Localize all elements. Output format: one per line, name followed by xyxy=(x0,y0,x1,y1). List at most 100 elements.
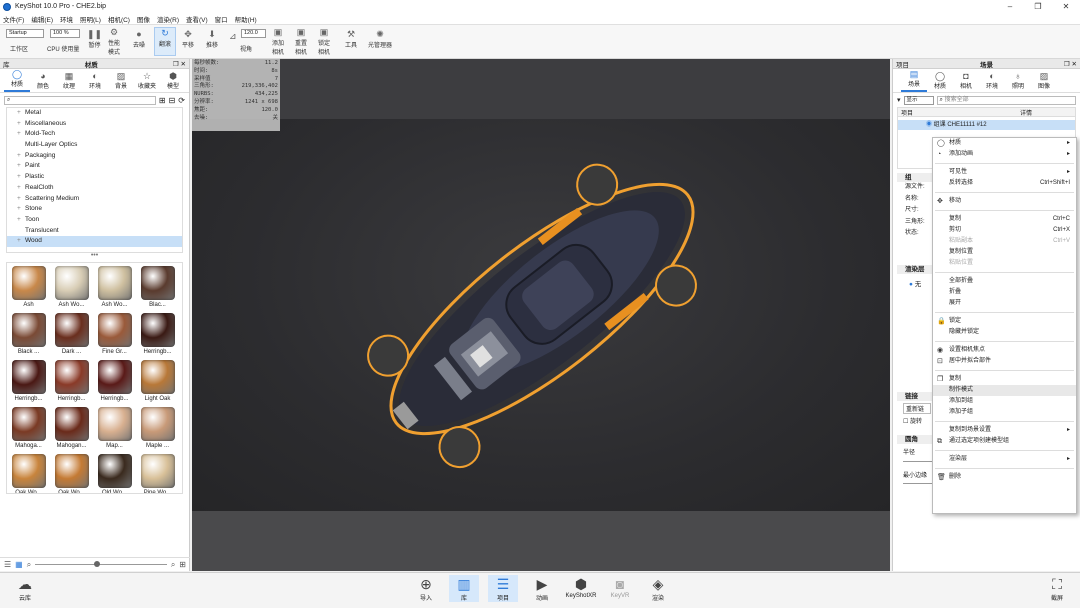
list-view-icon[interactable]: ☰ xyxy=(4,560,11,569)
library-folder-item[interactable]: + Mold-Tech xyxy=(7,129,182,140)
expand-plus-icon[interactable]: + xyxy=(17,119,21,130)
project-button[interactable]: ☰ 项目 xyxy=(488,575,518,602)
tab-scene[interactable]: ▤ 场景 xyxy=(901,69,927,92)
expand-plus-icon[interactable]: + xyxy=(17,161,21,172)
material-thumbnail[interactable]: Blac... xyxy=(136,263,179,308)
library-folder-item[interactable]: + RealCloth xyxy=(7,183,182,194)
context-menu-item[interactable]: 可见性 ▸ xyxy=(933,167,1076,178)
library-folder-item[interactable]: + Metal xyxy=(7,108,182,119)
material-thumbnail[interactable]: Old Wo... xyxy=(93,451,136,493)
pan-button[interactable]: ✥ 平移 xyxy=(182,29,194,49)
material-thumbnail[interactable]: Ash Wo... xyxy=(93,263,136,308)
context-menu-item[interactable]: ❐ 复制 xyxy=(933,374,1076,385)
expand-plus-icon[interactable]: + xyxy=(17,204,21,215)
menu-edit[interactable]: 编辑(E) xyxy=(31,14,53,24)
tab-image[interactable]: ▨ 图像 xyxy=(1031,71,1057,92)
library-folder-item[interactable]: + Toon xyxy=(7,215,182,226)
grid-view-icon[interactable]: ▦ xyxy=(15,560,23,569)
material-thumbnail[interactable]: Map... xyxy=(93,404,136,449)
menu-environment[interactable]: 环境 xyxy=(60,14,73,24)
menu-lighting[interactable]: 照明(L) xyxy=(80,14,101,24)
maximize-button[interactable]: ❐ xyxy=(1024,0,1052,13)
keyshotxr-button[interactable]: ⬢ KeyShotXR xyxy=(564,575,598,599)
menu-image[interactable]: 图像 xyxy=(137,14,150,24)
expand-plus-icon[interactable]: + xyxy=(17,183,21,194)
tools-button[interactable]: ⚒ 工具 xyxy=(345,29,357,49)
menu-file[interactable]: 文件(F) xyxy=(3,14,24,24)
zoom-out-icon[interactable]: ⌕ xyxy=(27,560,31,570)
context-menu-item[interactable]: 渲染层 ▸ xyxy=(933,454,1076,465)
performance-mode-button[interactable]: ⚙ 性能 模式 xyxy=(108,27,120,56)
scene-model-row[interactable]: ◉ 组课 CHE11111 #12 xyxy=(898,120,1075,130)
cloud-library-button[interactable]: ☁ 云库 xyxy=(10,575,40,602)
relink-button[interactable]: 重新链 xyxy=(903,403,931,414)
keyvr-button[interactable]: ◙ KeyVR xyxy=(605,575,635,599)
context-menu-item[interactable]: 复制到场景设置 ▸ xyxy=(933,425,1076,436)
min-edge-slider[interactable] xyxy=(903,483,933,484)
import-button[interactable]: ⊕ 导入 xyxy=(411,575,441,602)
expand-plus-icon[interactable]: + xyxy=(17,151,21,162)
context-menu-item[interactable]: 粘贴副本 Ctrl+V xyxy=(933,236,1076,247)
splitter-handle[interactable]: ••• xyxy=(0,252,189,260)
add-camera-button[interactable]: ▣ 添加 相机 xyxy=(272,27,284,56)
material-thumbnail[interactable]: Maple ... xyxy=(136,404,179,449)
library-folder-item[interactable]: + Wood xyxy=(7,236,182,247)
context-menu-item[interactable]: 添加到组 xyxy=(933,396,1076,407)
material-thumbnail[interactable]: Ash xyxy=(7,263,50,308)
tab-camera[interactable]: ◘ 相机 xyxy=(953,71,979,92)
context-menu-item[interactable]: 复制 Ctrl+C xyxy=(933,214,1076,225)
context-menu-item[interactable]: ✥ 移动 xyxy=(933,196,1076,207)
view-options-icon[interactable]: ⊟ xyxy=(169,96,176,105)
context-menu-item[interactable]: 反转选择 Ctrl+Shift+I xyxy=(933,178,1076,189)
library-folder-item[interactable]: + Packaging xyxy=(7,151,182,162)
material-thumbnail[interactable]: Light Oak xyxy=(136,357,179,402)
library-folder-item[interactable]: + Stone xyxy=(7,204,182,215)
context-menu-item[interactable]: ⊡ 居中并拟合部件 xyxy=(933,356,1076,367)
reset-camera-button[interactable]: ▣ 重置 相机 xyxy=(295,27,307,56)
material-thumbnail[interactable]: Mahogan... xyxy=(50,404,93,449)
context-menu-item[interactable]: 🗑 删除 xyxy=(933,472,1076,483)
context-menu-item[interactable]: ◯ 材质 ▸ xyxy=(933,138,1076,149)
tab-colors[interactable]: ◕ 颜色 xyxy=(30,71,56,92)
context-menu-item[interactable]: 添加子组 xyxy=(933,407,1076,418)
menu-view[interactable]: 查看(V) xyxy=(186,14,208,24)
dolly-button[interactable]: ⬇ 推移 xyxy=(206,29,218,49)
library-folder-item[interactable]: + Paint xyxy=(7,161,182,172)
scene-filter-select[interactable]: 显示 xyxy=(903,95,934,105)
menu-render[interactable]: 渲染(R) xyxy=(157,14,179,24)
visibility-icon[interactable]: ◉ xyxy=(926,122,934,128)
context-menu-item[interactable]: 隐藏并锁定 xyxy=(933,327,1076,338)
close-button[interactable]: ✕ xyxy=(1052,0,1080,13)
zoom-in-icon[interactable]: ⌕ xyxy=(171,560,175,570)
material-thumbnail[interactable]: Ash Wo... xyxy=(50,263,93,308)
thumbnail-size-slider[interactable] xyxy=(35,561,167,567)
library-folder-item[interactable]: Multi-Layer Optics xyxy=(7,140,182,151)
library-search-input[interactable]: ⌕ xyxy=(4,95,156,105)
context-menu-item[interactable]: ◉ 设置相机焦点 xyxy=(933,345,1076,356)
material-thumbnail[interactable]: Oak Wo... xyxy=(50,451,93,493)
context-menu-item[interactable]: ⧉ 通过选定项创建模型组 xyxy=(933,436,1076,447)
context-menu-item[interactable]: 折叠 xyxy=(933,287,1076,298)
cpu-usage-select[interactable]: 100 % xyxy=(50,29,80,38)
tab-environments[interactable]: ◐ 环境 xyxy=(82,71,108,92)
workspace-select[interactable]: Startup xyxy=(6,29,44,38)
tab-material[interactable]: ◯ 材质 xyxy=(927,71,953,92)
tab-environment[interactable]: ◐ 环境 xyxy=(979,71,1005,92)
menu-help[interactable]: 帮助(H) xyxy=(235,14,257,24)
menu-camera[interactable]: 相机(C) xyxy=(108,14,130,24)
expand-plus-icon[interactable]: + xyxy=(17,194,21,205)
material-thumbnail[interactable]: Herringb... xyxy=(50,357,93,402)
expand-plus-icon[interactable]: + xyxy=(17,172,21,183)
radius-slider[interactable] xyxy=(903,461,933,462)
material-thumbnail[interactable]: Dark ... xyxy=(50,310,93,355)
material-thumbnail[interactable]: Black ... xyxy=(7,310,50,355)
filter-icon[interactable]: ▾ xyxy=(897,96,901,104)
context-menu-item[interactable]: 展开 xyxy=(933,298,1076,309)
library-button[interactable]: ▥ 库 xyxy=(449,575,479,602)
tab-backgrounds[interactable]: ▨ 背景 xyxy=(108,71,134,92)
fov-input[interactable]: 120.0 xyxy=(241,29,266,38)
denoise-button[interactable]: ● 去噪 xyxy=(133,29,145,49)
context-menu-item[interactable]: 剪切 Ctrl+X xyxy=(933,225,1076,236)
light-manager-button[interactable]: ✺ 光管理器 xyxy=(368,29,392,49)
material-thumbnail[interactable]: Oak Wo... xyxy=(7,451,50,493)
